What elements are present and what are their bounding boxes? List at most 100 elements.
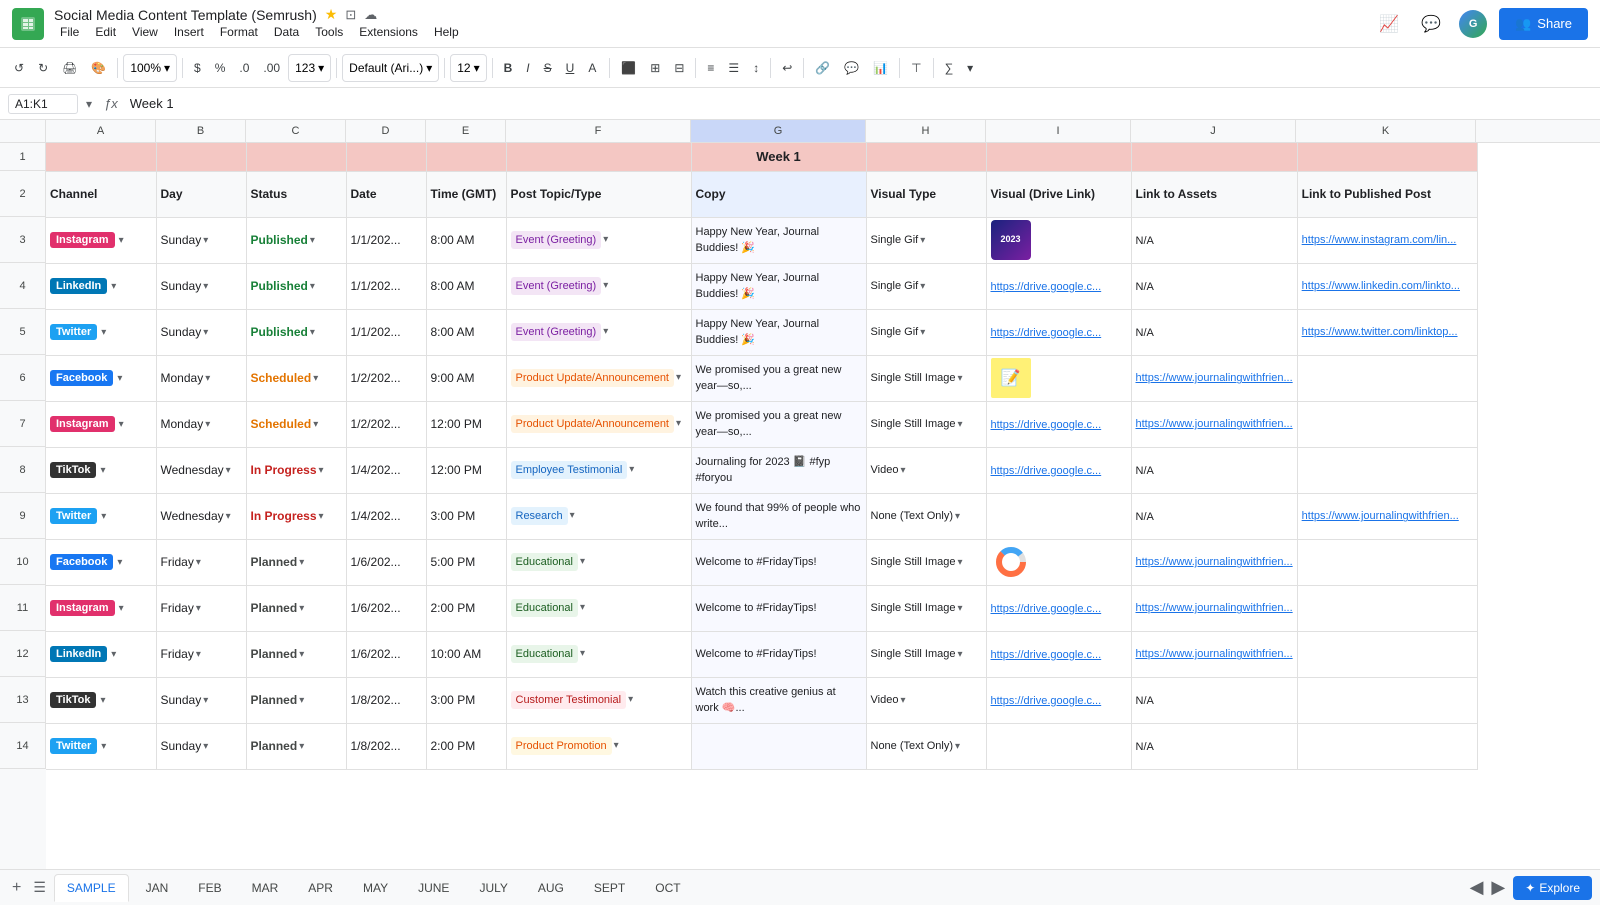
vis-dropdown-7[interactable]: ▾ — [958, 419, 963, 430]
cell-visual-type-4[interactable]: Single Gif ▾ — [866, 263, 986, 309]
cell-j1[interactable] — [1131, 143, 1297, 171]
cell-link-assets-3[interactable]: N/A — [1131, 217, 1297, 263]
channel-dropdown-13[interactable]: ▾ — [100, 695, 105, 706]
cell-day-5[interactable]: Sunday ▾ — [156, 309, 246, 355]
status-dropdown-12[interactable]: ▾ — [299, 649, 304, 660]
col-header-f[interactable]: F — [506, 120, 691, 142]
day-dropdown-9[interactable]: ▾ — [226, 511, 231, 522]
decimal-inc-button[interactable]: .00 — [257, 54, 286, 82]
comment-icon[interactable]: 💬 — [1415, 8, 1447, 40]
link-button[interactable]: 🔗 — [809, 54, 836, 82]
cell-channel-4[interactable]: LinkedIn ▾ — [46, 263, 156, 309]
cell-date-10[interactable]: 1/6/202... — [346, 539, 426, 585]
cell-link-published-4[interactable]: https://www.linkedin.com/linkto... — [1297, 263, 1477, 309]
cell-visual-type-10[interactable]: Single Still Image ▾ — [866, 539, 986, 585]
cell-day-12[interactable]: Friday ▾ — [156, 631, 246, 677]
cell-time-3[interactable]: 8:00 AM — [426, 217, 506, 263]
cell-link-assets-12[interactable]: https://www.journalingwithfrien... — [1131, 631, 1297, 677]
day-dropdown-13[interactable]: ▾ — [203, 695, 208, 706]
font-family-dropdown[interactable]: Default (Ari...) ▾ — [342, 54, 439, 82]
share-button[interactable]: 👥 Share — [1499, 8, 1588, 40]
cell-post-topic-7[interactable]: Product Update/Announcement ▾ — [506, 401, 691, 447]
underline-button[interactable]: U — [560, 54, 581, 82]
status-dropdown-5[interactable]: ▾ — [310, 327, 315, 338]
day-dropdown-12[interactable]: ▾ — [196, 649, 201, 660]
cell-date-8[interactable]: 1/4/202... — [346, 447, 426, 493]
cell-visual-drive-10[interactable] — [986, 539, 1131, 585]
cell-visual-drive-3[interactable]: 2023 — [986, 217, 1131, 263]
menu-item-data[interactable]: Data — [268, 23, 305, 41]
cell-status-10[interactable]: Planned ▾ — [246, 539, 346, 585]
row-header-10[interactable]: 10 — [0, 539, 46, 585]
print-button[interactable]: 🖨 — [56, 54, 83, 82]
cell-visual-drive-13[interactable]: https://drive.google.c... — [986, 677, 1131, 723]
cell-date-3[interactable]: 1/1/202... — [346, 217, 426, 263]
merge-cells-button[interactable]: ⊟ — [668, 54, 690, 82]
cell-e1[interactable] — [426, 143, 506, 171]
cell-date-11[interactable]: 1/6/202... — [346, 585, 426, 631]
font-size-dropdown[interactable]: 12 ▾ — [450, 54, 486, 82]
row-header-8[interactable]: 8 — [0, 447, 46, 493]
paint-format-button[interactable]: 🎨 — [85, 54, 112, 82]
italic-button[interactable]: I — [520, 54, 535, 82]
text-wrap-button[interactable]: ↩ — [776, 54, 798, 82]
cell-copy-6[interactable]: We promised you a great new year—so,... — [691, 355, 866, 401]
col-header-k[interactable]: K — [1296, 120, 1476, 142]
row-header-4[interactable]: 4 — [0, 263, 46, 309]
star-icon[interactable]: ★ — [325, 6, 338, 23]
scroll-right-button[interactable]: ▶ — [1491, 877, 1505, 898]
cell-link-assets-10[interactable]: https://www.journalingwithfrien... — [1131, 539, 1297, 585]
vis-dropdown-5[interactable]: ▾ — [920, 327, 925, 338]
cell-link-published-12[interactable] — [1297, 631, 1477, 677]
channel-dropdown-5[interactable]: ▾ — [101, 327, 106, 338]
cell-link-assets-14[interactable]: N/A — [1131, 723, 1297, 769]
sheet-tab-sample[interactable]: SAMPLE — [54, 874, 129, 902]
channel-dropdown-14[interactable]: ▾ — [101, 741, 106, 752]
cell-status-14[interactable]: Planned ▾ — [246, 723, 346, 769]
post-dropdown-8[interactable]: ▾ — [629, 464, 634, 475]
undo-button[interactable]: ↺ — [8, 54, 30, 82]
align-center-button[interactable]: ☰ — [722, 54, 745, 82]
row-header-11[interactable]: 11 — [0, 585, 46, 631]
fill-color-button[interactable]: ⬛ — [615, 54, 642, 82]
cell-date-7[interactable]: 1/2/202... — [346, 401, 426, 447]
more-button[interactable]: ▾ — [961, 54, 979, 82]
decimal-dec-button[interactable]: .0 — [233, 54, 255, 82]
cell-copy-13[interactable]: Watch this creative genius at work 🧠... — [691, 677, 866, 723]
bold-button[interactable]: B — [498, 54, 519, 82]
cell-visual-drive-6[interactable]: 📝 — [986, 355, 1131, 401]
cell-post-topic-6[interactable]: Product Update/Announcement ▾ — [506, 355, 691, 401]
sheet-tab-may[interactable]: MAY — [350, 874, 401, 902]
vis-dropdown-13[interactable]: ▾ — [900, 695, 905, 706]
menu-item-edit[interactable]: Edit — [89, 23, 122, 41]
cell-date-9[interactable]: 1/4/202... — [346, 493, 426, 539]
cell-h1[interactable] — [866, 143, 986, 171]
cell-status-3[interactable]: Published ▾ — [246, 217, 346, 263]
cell-visual-drive-7[interactable]: https://drive.google.c... — [986, 401, 1131, 447]
cell-time-10[interactable]: 5:00 PM — [426, 539, 506, 585]
day-dropdown-11[interactable]: ▾ — [196, 603, 201, 614]
sheet-tab-aug[interactable]: AUG — [525, 874, 577, 902]
cell-g1[interactable]: Week 1 — [691, 143, 866, 171]
channel-dropdown-8[interactable]: ▾ — [100, 465, 105, 476]
cell-post-topic-12[interactable]: Educational ▾ — [506, 631, 691, 677]
col-header-e[interactable]: E — [426, 120, 506, 142]
sheet-tab-mar[interactable]: MAR — [239, 874, 292, 902]
channel-dropdown-7[interactable]: ▾ — [119, 419, 124, 430]
cell-link-published-14[interactable] — [1297, 723, 1477, 769]
cell-copy-14[interactable] — [691, 723, 866, 769]
cell-a1[interactable] — [46, 143, 156, 171]
cloud-icon[interactable]: ☁ — [364, 7, 377, 23]
formula-input[interactable] — [130, 96, 1592, 111]
user-menu-icon[interactable]: G — [1457, 8, 1489, 40]
sheet-tab-jan[interactable]: JAN — [133, 874, 182, 902]
cell-status-12[interactable]: Planned ▾ — [246, 631, 346, 677]
cell-visual-type-3[interactable]: Single Gif ▾ — [866, 217, 986, 263]
col-header-b[interactable]: B — [156, 120, 246, 142]
channel-dropdown-6[interactable]: ▾ — [117, 373, 122, 384]
cell-time-12[interactable]: 10:00 AM — [426, 631, 506, 677]
cell-date-4[interactable]: 1/1/202... — [346, 263, 426, 309]
cell-visual-type-11[interactable]: Single Still Image ▾ — [866, 585, 986, 631]
cell-link-published-11[interactable] — [1297, 585, 1477, 631]
vis-dropdown-11[interactable]: ▾ — [958, 603, 963, 614]
